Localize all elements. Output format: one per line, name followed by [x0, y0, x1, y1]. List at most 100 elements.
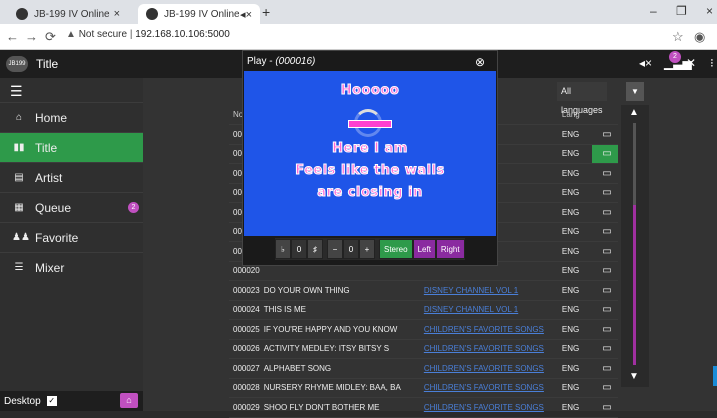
monitor-icon[interactable]: ▭ — [591, 397, 618, 418]
right-channel-button[interactable]: Right — [435, 239, 465, 259]
song-language: ENG — [557, 358, 592, 379]
bookmark-star-icon[interactable]: ☆ — [672, 29, 684, 45]
album-link[interactable]: DISNEY CHANNEL VOL 1 — [419, 300, 558, 320]
monitor-icon[interactable]: ▭ — [591, 358, 618, 379]
minimize-icon[interactable]: – — [650, 4, 657, 18]
close-tab-icon[interactable]: × — [114, 8, 120, 20]
table-row[interactable]: 000026 ACTIVITY MEDLEY: ITSY BITSY S CHILD… — [229, 339, 618, 359]
browser-tab[interactable]: JB-199 IV Online × — [8, 4, 128, 24]
monitor-icon[interactable]: ▭ — [591, 261, 618, 281]
sidebar-item-artist[interactable]: ▤ Artist — [0, 162, 143, 192]
desktop-checkbox[interactable]: ✓ — [46, 396, 57, 406]
new-tab-button[interactable]: + — [262, 4, 270, 20]
tempo-plus-button[interactable]: + — [359, 239, 375, 259]
users-icon: ♟♟ — [12, 232, 30, 243]
song-language: ENG — [557, 319, 592, 340]
edge-tab[interactable] — [713, 366, 717, 386]
home-button[interactable]: ⌂ — [120, 393, 138, 408]
album-link[interactable]: CHILDREN'S FAVORITE SONGS — [419, 378, 558, 398]
monitor-icon[interactable]: ▭ — [591, 144, 618, 164]
home-icon: ⌂ — [15, 112, 23, 123]
song-title: NURSERY RHYME MIDLEY: BAA, BA — [259, 378, 420, 398]
browser-tab-active[interactable]: JB-199 IV Online ◂× — [138, 4, 260, 24]
scrollbar[interactable]: ▲ ▼ — [621, 105, 649, 387]
table-row[interactable]: 000027 ALPHABET SONG CHILDREN'S FAVORITE S… — [229, 358, 618, 379]
song-number: 000026 — [229, 339, 260, 359]
close-window-icon[interactable]: × — [706, 4, 713, 18]
maximize-icon[interactable]: ❐ — [676, 4, 687, 18]
monitor-icon[interactable]: ▭ — [591, 183, 618, 203]
tempo-minus-button[interactable]: − — [327, 239, 343, 259]
profile-icon[interactable]: ◉ — [694, 29, 705, 45]
url-field[interactable]: ▲ Not secure | 192.168.10.106:5000 — [66, 29, 230, 40]
warning-icon: ▲ — [66, 29, 79, 40]
monitor-icon[interactable]: ▭ — [591, 339, 618, 359]
chevron-down-icon[interactable]: ▼ — [626, 82, 644, 101]
table-row[interactable]: 000023 DO YOUR OWN THING DISNEY CHANNEL VO… — [229, 280, 618, 301]
monitor-icon[interactable]: ▭ — [591, 300, 618, 320]
sidebar-item-mixer[interactable]: ☰ Mixer — [0, 252, 143, 282]
song-title: DO YOUR OWN THING — [259, 280, 420, 301]
forward-arrow-icon[interactable]: → — [25, 29, 38, 44]
sliders-icon: ☰ — [14, 262, 24, 273]
song-language: ENG — [557, 124, 592, 145]
sidebar-item-label: Artist — [35, 170, 63, 185]
scroll-up-icon[interactable]: ▲ — [629, 107, 639, 118]
monitor-icon[interactable]: ▭ — [591, 163, 618, 184]
monitor-icon[interactable]: ▭ — [591, 222, 618, 242]
key-flat-button[interactable]: ♭ — [275, 239, 291, 259]
tab-title: JB-199 IV Online — [164, 8, 240, 20]
page-title: Title — [36, 57, 59, 71]
lyric-line: are closing in — [317, 185, 423, 201]
lyric-line: Feels like the walls — [295, 163, 445, 179]
fullscreen-icon[interactable]: ✕ — [686, 56, 696, 70]
sidebar-item-queue[interactable]: ▦ Queue 2 — [0, 192, 143, 222]
song-language: ENG — [557, 378, 592, 398]
album-link[interactable]: DISNEY CHANNEL VOL 1 — [419, 280, 558, 301]
song-language: ENG — [557, 163, 592, 184]
sidebar-item-favorite[interactable]: ♟♟ Favorite — [0, 222, 143, 252]
key-sharp-button[interactable]: ♯ — [307, 239, 323, 259]
song-number: 000025 — [229, 319, 260, 340]
song-number: 000029 — [229, 397, 260, 418]
more-icon[interactable]: ⁝ — [710, 56, 714, 70]
language-select[interactable]: All languages — [557, 82, 607, 115]
sidebar-item-label: Mixer — [35, 260, 65, 275]
sidebar-item-label: Home — [35, 110, 68, 125]
scroll-thumb[interactable] — [633, 205, 636, 365]
monitor-icon[interactable]: ▭ — [591, 124, 618, 145]
song-language: ENG — [557, 280, 592, 301]
table-row[interactable]: 000028 NURSERY RHYME MIDLEY: BAA, BA CHILD… — [229, 378, 618, 398]
table-row[interactable]: 000025 IF YOU'RE HAPPY AND YOU KNOW CHILDR… — [229, 319, 618, 340]
close-icon[interactable]: ⊗ — [475, 55, 485, 69]
album-link[interactable]: CHILDREN'S FAVORITE SONGS — [419, 339, 558, 359]
back-arrow-icon[interactable]: ← — [6, 29, 19, 44]
table-row[interactable]: 000029 SHOO FLY DON'T BOTHER ME CHILDREN'S… — [229, 397, 618, 418]
hamburger-menu-icon[interactable]: ☰ — [10, 83, 23, 100]
sidebar-item-title[interactable]: ▮▮ Title — [0, 132, 143, 162]
close-tab-icon[interactable]: ◂× — [240, 8, 252, 21]
sidebar: ☰ ⌂ Home ▮▮ Title ▤ Artist ▦ Queue 2 ♟♟ … — [0, 78, 143, 411]
scroll-down-icon[interactable]: ▼ — [629, 371, 639, 382]
lyric-line: Hooooo — [340, 83, 400, 99]
mute-icon[interactable]: ◂× — [639, 56, 652, 70]
song-title: ACTIVITY MEDLEY: ITSY BITSY S — [259, 339, 420, 359]
reload-icon[interactable]: ⟳ — [45, 29, 56, 45]
url-text: 192.168.10.106:5000 — [135, 29, 230, 40]
stereo-button[interactable]: Stereo — [379, 239, 413, 259]
album-link[interactable]: CHILDREN'S FAVORITE SONGS — [419, 319, 558, 340]
monitor-icon[interactable]: ▭ — [591, 202, 618, 223]
monitor-icon[interactable]: ▭ — [591, 319, 618, 340]
table-row[interactable]: 000024 THIS IS ME DISNEY CHANNEL VOL 1 ENG ▭ — [229, 300, 618, 320]
monitor-icon[interactable]: ▭ — [591, 280, 618, 301]
left-channel-button[interactable]: Left — [412, 239, 436, 259]
sidebar-item-home[interactable]: ⌂ Home — [0, 102, 143, 132]
monitor-icon[interactable]: ▭ — [591, 241, 618, 262]
progress-bar — [348, 120, 392, 128]
album-link[interactable]: CHILDREN'S FAVORITE SONGS — [419, 397, 558, 418]
album-link[interactable]: CHILDREN'S FAVORITE SONGS — [419, 358, 558, 379]
monitor-icon[interactable]: ▭ — [591, 378, 618, 398]
more-menu-icon[interactable]: ⋮ — [712, 29, 717, 45]
song-language: ENG — [557, 339, 592, 359]
queue-count-badge: 2 — [669, 51, 681, 63]
